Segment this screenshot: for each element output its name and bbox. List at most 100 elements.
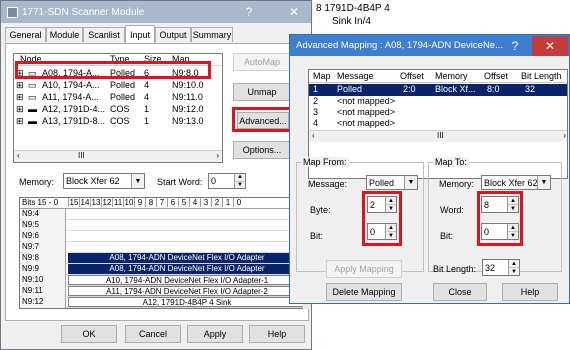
spin-down-icon[interactable]: ▼ — [386, 232, 396, 239]
byte-input[interactable]: 2 ▲ ▼ — [367, 196, 397, 213]
header-size[interactable]: Size — [144, 54, 162, 64]
to-bit-stepper[interactable]: ▲ ▼ — [507, 224, 518, 239]
tab-general[interactable]: General — [5, 27, 46, 42]
word-row[interactable]: N9:5 — [20, 220, 306, 231]
spin-down-icon[interactable]: ▼ — [509, 268, 519, 275]
header-memory[interactable]: Memory — [435, 71, 468, 81]
word-row[interactable]: N9:11 A11, 1794-ADN DeviceNet Flex I/O Ad… — [20, 286, 306, 297]
tab-module[interactable]: Module — [46, 27, 83, 42]
word-row[interactable]: N9:6 — [20, 231, 306, 242]
expand-icon[interactable]: ⊞ — [16, 116, 24, 127]
header-map[interactable]: Map — [172, 54, 190, 64]
spin-up-icon[interactable]: ▲ — [508, 197, 518, 205]
message-select[interactable]: Polled ▼ — [366, 175, 418, 190]
spin-down-icon[interactable]: ▼ — [386, 205, 396, 212]
mapping-number: 4 — [313, 118, 319, 128]
scroll-thumb-icon[interactable]: III — [78, 151, 85, 160]
help-button[interactable]: Help — [502, 283, 558, 301]
word-stepper[interactable]: ▲ ▼ — [507, 197, 518, 212]
memory-select[interactable]: Block Xfer 62 ▼ — [63, 173, 145, 189]
mapping-row[interactable]: 1 Polled 2:0 Block Xf... 8:0 32 — [309, 84, 567, 96]
scroll-left-icon[interactable]: ‹ — [17, 151, 20, 160]
scroll-thumb-icon[interactable]: III — [437, 131, 444, 140]
word-row[interactable]: N9:4 — [20, 209, 306, 220]
list-item[interactable]: ⊞ ▭ A10, 1794-A... Polled 4 N9:10.0 — [14, 80, 222, 91]
advanced-button[interactable]: Advanced... — [237, 112, 289, 129]
bit-number-cell: 3 — [200, 198, 211, 207]
bit-length-input[interactable]: 32 ▲ ▼ — [482, 259, 520, 276]
list-item[interactable]: ⊞ ▭ A11, 1794-A... Polled 4 N9:11.0 — [14, 92, 222, 103]
header-offset-2[interactable]: Offset — [484, 71, 508, 81]
tab-summary[interactable]: Summary — [191, 27, 233, 42]
chevron-down-icon[interactable]: ▼ — [131, 174, 144, 188]
message-label: Message: — [308, 179, 348, 189]
tab-input[interactable]: Input — [125, 25, 155, 43]
help-icon[interactable]: ? — [239, 3, 259, 21]
header-offset[interactable]: Offset — [400, 71, 424, 81]
header-type[interactable]: Type — [110, 54, 130, 64]
mapping-row[interactable]: 3 <not mapped> — [309, 107, 567, 118]
expand-icon[interactable]: ⊞ — [16, 68, 24, 79]
spin-up-icon[interactable]: ▲ — [386, 197, 396, 205]
delete-mapping-button[interactable]: Delete Mapping — [326, 283, 402, 301]
word-row[interactable]: N9:12 A12, 1791D-4B4P 4 Sink — [20, 297, 306, 308]
help-button[interactable]: Help — [249, 325, 305, 343]
scroll-left-icon[interactable]: ‹ — [312, 131, 315, 140]
word-row[interactable]: N9:10 A10, 1794-ADN DeviceNet Flex I/O Ad… — [20, 275, 306, 286]
apply-mapping-button[interactable]: Apply Mapping — [326, 260, 402, 278]
spin-down-icon[interactable]: ▼ — [235, 182, 245, 189]
tab-scanlist[interactable]: Scanlist — [83, 27, 125, 42]
spin-up-icon[interactable]: ▲ — [386, 224, 396, 232]
start-word-stepper[interactable]: ▲ ▼ — [234, 174, 245, 188]
expand-icon[interactable]: ⊞ — [16, 80, 24, 91]
close-icon[interactable]: ✕ — [532, 36, 568, 56]
from-bit-input[interactable]: 0 ▲ ▼ — [367, 223, 397, 240]
list-item[interactable]: ⊞ ▭ A08, 1794-A... Polled 6 N9:8.0 — [14, 68, 222, 79]
list-item[interactable]: ⊞ ▬ A13, 1791D-8... COS 1 N9:13.0 — [14, 116, 222, 127]
chevron-down-icon[interactable]: ▼ — [537, 176, 550, 189]
tab-output[interactable]: Output — [155, 27, 191, 42]
word-mapping-text — [68, 220, 306, 230]
header-bit-length[interactable]: Bit Length — [521, 71, 562, 81]
header-map[interactable]: Map — [313, 71, 331, 81]
expand-icon[interactable]: ⊞ — [16, 92, 24, 103]
horizontal-scrollbar[interactable]: ‹ III › — [14, 150, 222, 162]
spin-down-icon[interactable]: ▼ — [508, 232, 518, 239]
spin-up-icon[interactable]: ▲ — [235, 174, 245, 182]
header-node[interactable]: Node — [20, 54, 42, 64]
scroll-right-icon[interactable]: › — [563, 131, 566, 140]
close-button[interactable]: Close — [433, 283, 487, 301]
close-icon[interactable]: ✕ — [281, 3, 307, 21]
list-item[interactable]: ⊞ ▬ A12, 1791D-4... COS 1 N9:12.0 — [14, 104, 222, 115]
mapping-number: 3 — [313, 107, 319, 117]
unmap-button[interactable]: Unmap — [233, 83, 291, 101]
mapping-row[interactable]: 4 <not mapped> — [309, 118, 567, 129]
word-row[interactable]: N9:8 A08, 1794-ADN DeviceNet Flex I/O Ada… — [20, 253, 306, 264]
word-row[interactable]: N9:9 A08, 1794-ADN DeviceNet Flex I/O Ada… — [20, 264, 306, 275]
cancel-button[interactable]: Cancel — [125, 325, 181, 343]
to-bit-input[interactable]: 0 ▲ ▼ — [481, 223, 519, 240]
word-row[interactable]: N9:7 — [20, 242, 306, 253]
horizontal-scrollbar[interactable]: ‹ III › — [309, 130, 567, 142]
bit-length-stepper[interactable]: ▲ ▼ — [508, 260, 519, 275]
automap-button[interactable]: AutoMap — [233, 53, 291, 71]
node-list[interactable]: Node Type Size Map ⊞ ▭ A08, 1794-A... Po… — [13, 53, 223, 163]
spin-up-icon[interactable]: ▲ — [509, 260, 519, 268]
device-icon: ▬ — [28, 104, 37, 114]
to-memory-select[interactable]: Block Xfer 62 ▼ — [481, 175, 551, 190]
help-icon[interactable]: ? — [506, 37, 524, 55]
word-input[interactable]: 8 ▲ ▼ — [481, 196, 519, 213]
byte-stepper[interactable]: ▲ ▼ — [385, 197, 396, 212]
apply-button[interactable]: Apply — [187, 325, 243, 343]
spin-up-icon[interactable]: ▲ — [508, 224, 518, 232]
ok-button[interactable]: OK — [61, 325, 117, 343]
header-message[interactable]: Message — [337, 71, 374, 81]
options-button[interactable]: Options... — [233, 141, 291, 159]
spin-down-icon[interactable]: ▼ — [508, 205, 518, 212]
scroll-right-icon[interactable]: › — [216, 151, 219, 160]
start-word-input[interactable]: 0 ▲ ▼ — [208, 173, 246, 189]
expand-icon[interactable]: ⊞ — [16, 104, 24, 115]
mapping-row[interactable]: 2 <not mapped> — [309, 96, 567, 107]
chevron-down-icon[interactable]: ▼ — [404, 176, 417, 189]
from-bit-stepper[interactable]: ▲ ▼ — [385, 224, 396, 239]
